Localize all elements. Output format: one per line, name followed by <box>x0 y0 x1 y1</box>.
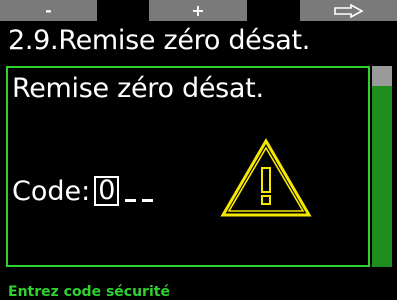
code-digit-placeholder[interactable] <box>125 198 137 202</box>
reset-desat-panel: Remise zéro désat. Code: 0 <box>6 66 370 267</box>
arrow-right-outline-icon <box>333 3 364 18</box>
scrollbar[interactable] <box>372 66 392 267</box>
page-title: 2.9.Remise zéro désat. <box>8 25 311 56</box>
code-digit-placeholder[interactable] <box>142 198 154 202</box>
panel-heading: Remise zéro désat. <box>12 73 264 104</box>
plus-label: + <box>191 0 205 20</box>
code-entry[interactable]: Code: 0 <box>12 172 156 210</box>
decrement-button[interactable]: - <box>0 0 97 21</box>
code-label: Code: <box>12 175 91 207</box>
status-hint: Entrez code sécurité <box>8 284 170 300</box>
code-digit-selected[interactable]: 0 <box>94 176 120 206</box>
minus-label: - <box>45 0 52 20</box>
warning-triangle-icon <box>220 138 312 222</box>
dive-computer-screen: - + 2.9.Remise zéro désat. Remise zéro d… <box>0 0 397 300</box>
next-button[interactable] <box>300 0 397 21</box>
scrollbar-thumb[interactable] <box>372 66 392 86</box>
increment-button[interactable]: + <box>149 0 247 21</box>
